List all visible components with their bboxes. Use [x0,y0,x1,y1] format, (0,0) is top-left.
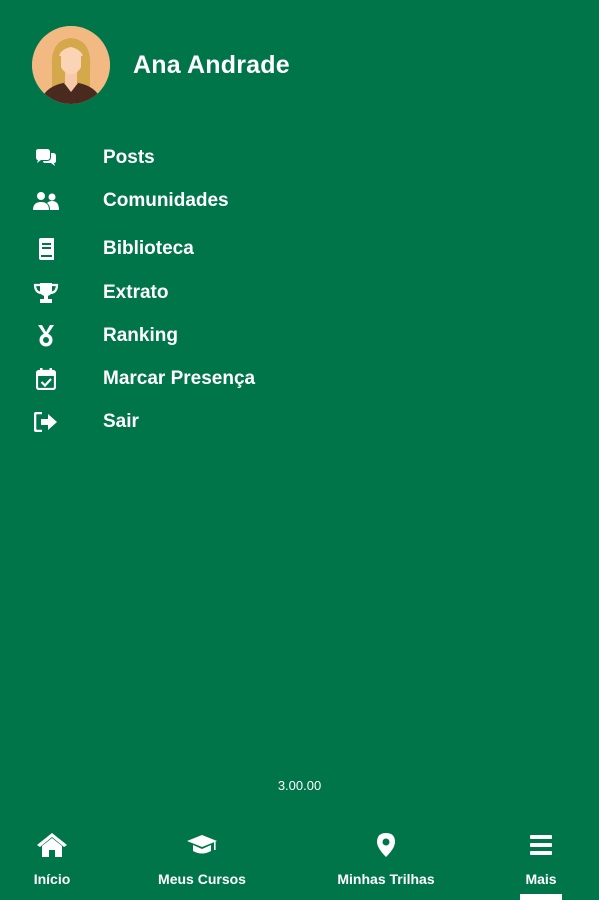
menu-item-label: Extrato [103,282,169,303]
bottom-nav: Início Meus Cursos Minhas Trilhas Mais [0,810,599,900]
users-icon [30,185,62,217]
sign-out-icon [30,406,62,438]
menu-item-comunidades[interactable]: Comunidades [0,181,360,221]
trophy-icon [30,277,62,309]
app-version: 3.00.00 [277,778,322,793]
user-name: Ana Andrade [133,50,290,79]
menu-bars-icon [525,830,557,860]
avatar[interactable] [32,26,110,104]
menu-item-label: Ranking [103,325,178,346]
menu-item-label: Sair [103,411,139,432]
medal-icon [30,320,62,352]
menu-item-label: Marcar Presença [103,368,256,389]
menu-item-label: Posts [103,147,155,168]
active-tab-indicator [520,894,562,900]
map-marker-icon [370,830,402,860]
menu-item-ranking[interactable]: Ranking [0,316,360,356]
nav-label: Minhas Trilhas [337,871,435,887]
avatar-female-icon [32,26,110,104]
nav-label: Meus Cursos [158,871,246,887]
nav-label: Mais [525,871,557,887]
profile-header: Ana Andrade [32,26,290,104]
menu-item-label: Biblioteca [103,238,194,259]
graduation-cap-icon [186,830,218,860]
menu-item-posts[interactable]: Posts [0,138,360,178]
menu-item-sair[interactable]: Sair [0,402,360,442]
nav-item-mais[interactable]: Mais [510,810,572,900]
nav-label: Início [33,871,71,887]
book-icon [30,233,62,265]
calendar-check-icon [30,363,62,395]
nav-item-meus-cursos[interactable]: Meus Cursos [152,810,252,900]
menu-item-extrato[interactable]: Extrato [0,273,360,313]
nav-item-inicio[interactable]: Início [20,810,84,900]
menu-item-marcar-presenca[interactable]: Marcar Presença [0,359,360,399]
home-icon [36,830,68,860]
comments-icon [30,142,62,174]
menu-item-biblioteca[interactable]: Biblioteca [0,229,360,269]
menu-item-label: Comunidades [103,190,229,211]
nav-item-minhas-trilhas[interactable]: Minhas Trilhas [330,810,442,900]
